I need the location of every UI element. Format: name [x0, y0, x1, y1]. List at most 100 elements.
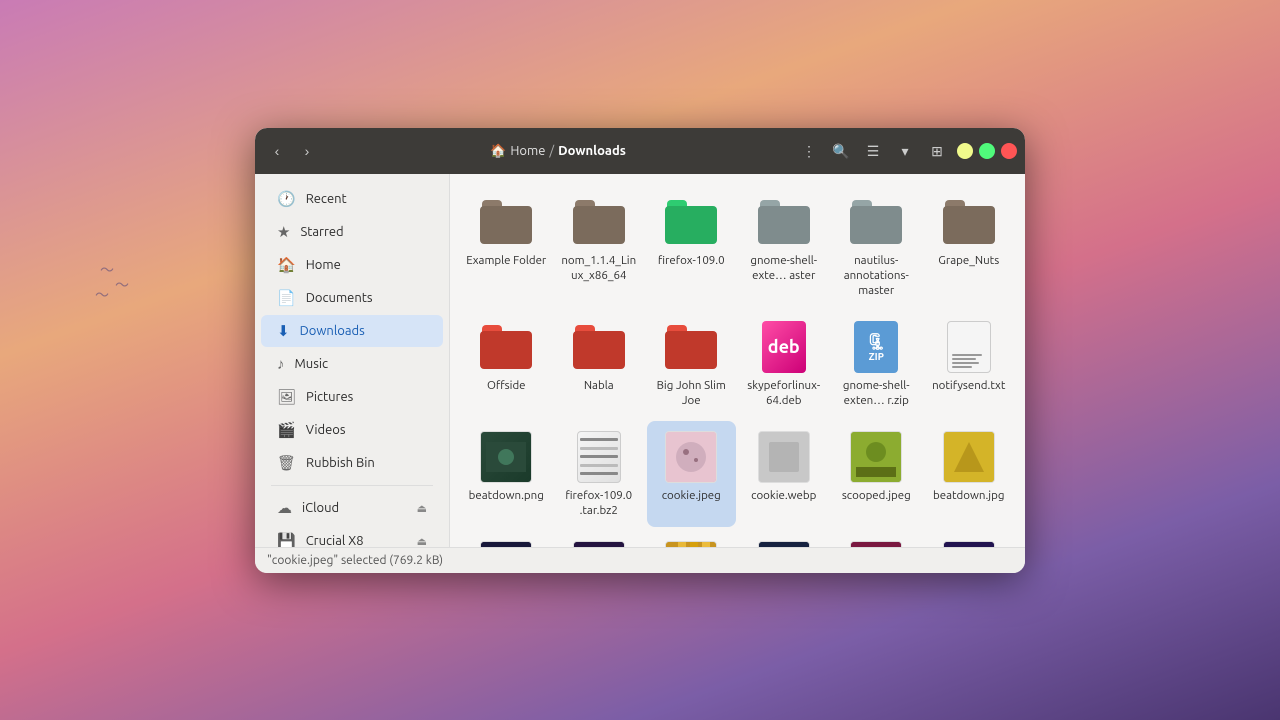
sidebar: 🕐 Recent ★ Starred 🏠 Home 📄 Documents ⬇	[255, 174, 450, 547]
list-item[interactable]: beatdown.png	[462, 421, 551, 527]
nav-buttons: ‹ ›	[263, 137, 321, 165]
menu-button[interactable]: ⋮	[795, 137, 823, 165]
image-billy	[571, 539, 627, 547]
folder-icon-nabla	[571, 319, 627, 375]
list-item[interactable]: Big John Slim Joe	[647, 311, 736, 417]
list-item[interactable]: Grape_Nuts	[925, 186, 1014, 307]
sidebar-devices: ☁ iCloud ⏏ 💾 Crucial X8 ⏏	[255, 492, 449, 547]
list-item[interactable]: lucas-kapla-wOLAGv4_O…	[832, 531, 921, 547]
back-button[interactable]: ‹	[263, 137, 291, 165]
status-text: "cookie.jpeg" selected (769.2 kB)	[267, 554, 443, 567]
sidebar-item-rubbish[interactable]: 🗑 Rubbish Bin	[261, 447, 443, 479]
sidebar-item-documents-label: Documents	[306, 291, 373, 305]
file-label: nautilus-annotations-master	[836, 254, 917, 299]
file-manager-window: ‹ › 🏠 Home / Downloads ⋮ 🔍 ☰ ▾ ⊞	[255, 128, 1025, 573]
breadcrumb-separator: /	[549, 144, 554, 158]
home-nav-icon: 🏠	[277, 256, 296, 274]
image-pawel	[478, 539, 534, 547]
view-grid-button[interactable]: ⊞	[923, 137, 951, 165]
sidebar-item-starred-label: Starred	[300, 225, 343, 239]
sidebar-item-recent[interactable]: 🕐 Recent	[261, 183, 443, 215]
sidebar-item-home-label: Home	[306, 258, 341, 272]
sidebar-item-documents[interactable]: 📄 Documents	[261, 282, 443, 314]
file-label: beatdown.png	[469, 489, 544, 504]
zip-icon-gnome: 🗜ZIP	[848, 319, 904, 375]
file-label: scooped.jpeg	[842, 489, 911, 504]
sidebar-item-icloud[interactable]: ☁ iCloud ⏏	[261, 492, 443, 524]
file-label: Example Folder	[466, 254, 546, 269]
list-item[interactable]: Offside	[462, 311, 551, 417]
archive-firefox-tar	[571, 429, 627, 485]
downloads-icon: ⬇	[277, 322, 290, 340]
file-label: cookie.webp	[751, 489, 816, 504]
file-label: beatdown.jpg	[933, 489, 1004, 504]
breadcrumb-home-label[interactable]: Home	[510, 144, 545, 158]
videos-icon: 🎬	[277, 421, 296, 439]
image-scooped-jpeg	[848, 429, 904, 485]
file-label: firefox-109.0	[658, 254, 725, 269]
sidebar-bookmarks: 🕐 Recent ★ Starred 🏠 Home 📄 Documents ⬇	[255, 183, 449, 479]
folder-icon-grape	[941, 194, 997, 250]
image-undefined	[756, 539, 812, 547]
file-label: Grape_Nuts	[938, 254, 999, 269]
close-button[interactable]	[1001, 143, 1017, 159]
titlebar-actions: ⋮ 🔍 ☰ ▾ ⊞	[795, 137, 1017, 165]
image-beatdown-png	[478, 429, 534, 485]
icloud-eject-icon[interactable]: ⏏	[417, 502, 427, 515]
folder-icon-gnome-ext	[756, 194, 812, 250]
list-item[interactable]: firefox-109.0	[647, 186, 736, 307]
list-item[interactable]: gnome-shell-exte… aster	[740, 186, 829, 307]
breadcrumb-current: Downloads	[558, 144, 626, 158]
icloud-icon: ☁	[277, 499, 292, 517]
list-item[interactable]: nautilus-annotations-master	[832, 186, 921, 307]
list-item[interactable]: deb skypeforlinux-64.deb	[740, 311, 829, 417]
txt-icon-notifysend	[941, 319, 997, 375]
search-button[interactable]: 🔍	[827, 137, 855, 165]
list-item[interactable]: notifysend.txt	[925, 311, 1014, 417]
sidebar-item-music[interactable]: ♪ Music	[261, 348, 443, 380]
main-content: 🕐 Recent ★ Starred 🏠 Home 📄 Documents ⬇	[255, 174, 1025, 547]
list-item[interactable]: firefox-109.0 .tar.bz2	[555, 421, 644, 527]
sidebar-item-pictures-label: Pictures	[306, 390, 353, 404]
list-item[interactable]: nom_1.1.4_Linux_x86_64	[555, 186, 644, 307]
starred-icon: ★	[277, 223, 290, 241]
image-cookie-webp	[756, 429, 812, 485]
image-lucas	[848, 539, 904, 547]
list-item[interactable]: cookie.webp	[740, 421, 829, 527]
maximize-button[interactable]	[979, 143, 995, 159]
file-label: nom_1.1.4_Linux_x86_64	[559, 254, 640, 284]
list-item[interactable]: hamed-daram–5fbmfai… h.jpg	[647, 531, 736, 547]
minimize-button[interactable]	[957, 143, 973, 159]
list-item[interactable]: Nabla	[555, 311, 644, 417]
sidebar-item-videos[interactable]: 🎬 Videos	[261, 414, 443, 446]
sidebar-item-home[interactable]: 🏠 Home	[261, 249, 443, 281]
list-item[interactable]: pawel-czerwinski-tMb… h.jpg	[462, 531, 551, 547]
sidebar-item-starred[interactable]: ★ Starred	[261, 216, 443, 248]
music-icon: ♪	[277, 355, 285, 373]
sidebar-item-downloads[interactable]: ⬇ Downloads	[261, 315, 443, 347]
list-item[interactable]: scooped.jpeg	[832, 421, 921, 527]
forward-button[interactable]: ›	[293, 137, 321, 165]
file-grid: Example Folder nom_1.1.4_Linux_x86_64 fi…	[462, 186, 1013, 547]
list-item[interactable]: 🗜ZIP gnome-shell-exten… r.zip	[832, 311, 921, 417]
documents-icon: 📄	[277, 289, 296, 307]
list-item[interactable]: undefined - Imgur.png	[740, 531, 829, 547]
file-area: Example Folder nom_1.1.4_Linux_x86_64 fi…	[450, 174, 1025, 547]
list-item[interactable]: ash-edmonds-0a…	[925, 531, 1014, 547]
file-label: cookie.jpeg	[662, 489, 721, 504]
crucial-eject-icon[interactable]: ⏏	[417, 535, 427, 548]
list-item[interactable]: billy-huynh-W8KTS-mhF… h.jpg	[555, 531, 644, 547]
view-options-button[interactable]: ▾	[891, 137, 919, 165]
statusbar: "cookie.jpeg" selected (769.2 kB)	[255, 547, 1025, 573]
view-list-button[interactable]: ☰	[859, 137, 887, 165]
sidebar-item-pictures[interactable]: 🖼 Pictures	[261, 381, 443, 413]
file-label: firefox-109.0 .tar.bz2	[559, 489, 640, 519]
sidebar-item-crucial[interactable]: 💾 Crucial X8 ⏏	[261, 525, 443, 547]
breadcrumb-home[interactable]: 🏠 Home	[490, 144, 545, 159]
list-item[interactable]: Example Folder	[462, 186, 551, 307]
deb-icon-skype: deb	[756, 319, 812, 375]
file-label: gnome-shell-exten… r.zip	[836, 379, 917, 409]
list-item[interactable]: beatdown.jpg	[925, 421, 1014, 527]
list-item[interactable]: cookie.jpeg	[647, 421, 736, 527]
breadcrumb-bar: 🏠 Home / Downloads	[321, 144, 795, 159]
